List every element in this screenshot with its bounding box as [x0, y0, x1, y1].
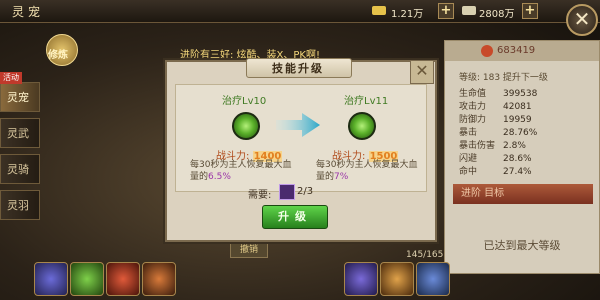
current-skill-name: 治疗Lv10	[222, 96, 267, 107]
currency-gold-amount: 1.21万	[391, 9, 424, 20]
currency-coin-amount: 2808万	[479, 9, 515, 20]
add-gold-button[interactable]: +	[438, 3, 454, 19]
coin-icon	[462, 6, 476, 15]
page-title: 灵宠	[12, 5, 45, 19]
upgrade-button[interactable]: 升级	[262, 205, 328, 229]
skill-slot[interactable]	[70, 262, 104, 296]
total-power: 683419	[497, 45, 536, 56]
max-level-text: 已达到最大等级	[483, 239, 561, 252]
current-skill-desc: 每30秒为主人恢复最大血量的6.5%	[190, 160, 292, 182]
skill-slot[interactable]	[106, 262, 140, 296]
progress-count: 145/165	[406, 250, 444, 260]
level-line: 等级: 183 提升下一级	[459, 73, 548, 83]
skill-book-icon	[279, 184, 295, 200]
activity-badge: 活动	[0, 72, 22, 84]
next-skill-name: 治疗Lv11	[344, 96, 389, 107]
skill-slot[interactable]	[34, 262, 68, 296]
stat-row: 生命值 399538	[459, 89, 538, 99]
skill-slot[interactable]	[344, 262, 378, 296]
advance-button[interactable]: 进阶 目标	[453, 184, 593, 204]
skill-slot[interactable]	[416, 262, 450, 296]
sidebar-item-lingqi[interactable]: 灵骑	[0, 154, 40, 184]
requirement-label: 需要:	[248, 190, 272, 201]
close-window-button[interactable]: ✕	[566, 4, 598, 36]
dialog-title: 技能升级	[272, 62, 324, 75]
upgrade-arrow-icon	[276, 113, 320, 137]
gold-ingot-icon	[372, 6, 386, 15]
stat-row: 攻击力 42081	[459, 102, 532, 112]
skill-slot[interactable]	[142, 262, 176, 296]
sidebar-item-lingwu[interactable]: 灵武	[0, 118, 40, 148]
next-skill-desc: 每30秒为主人恢复最大血量的7%	[316, 160, 418, 182]
stat-row: 闪避 28.6%	[459, 154, 532, 164]
dialog-close-button[interactable]: ✕	[410, 60, 434, 84]
sidebar-item-lingchong[interactable]: 灵宠	[0, 82, 40, 112]
add-coin-button[interactable]: +	[522, 3, 538, 19]
cultivate-label: 修炼	[48, 50, 68, 61]
stats-panel: 683419 等级: 183 提升下一级 生命值 399538 攻击力 42081 …	[444, 40, 600, 274]
stat-row: 暴击 28.76%	[459, 128, 538, 138]
skill-slot[interactable]	[380, 262, 414, 296]
stat-row: 防御力 19959	[459, 115, 532, 125]
power-icon	[481, 45, 493, 57]
requirement-count: 2/3	[297, 186, 314, 197]
undo-button[interactable]: 撤销	[230, 242, 268, 258]
sidebar-item-lingyu[interactable]: 灵羽	[0, 190, 40, 220]
heal-skill-icon	[232, 112, 260, 140]
heal-skill-icon	[348, 112, 376, 140]
stat-row: 命中 27.4%	[459, 167, 532, 177]
stat-row: 暴击伤害 2.8%	[459, 141, 526, 151]
